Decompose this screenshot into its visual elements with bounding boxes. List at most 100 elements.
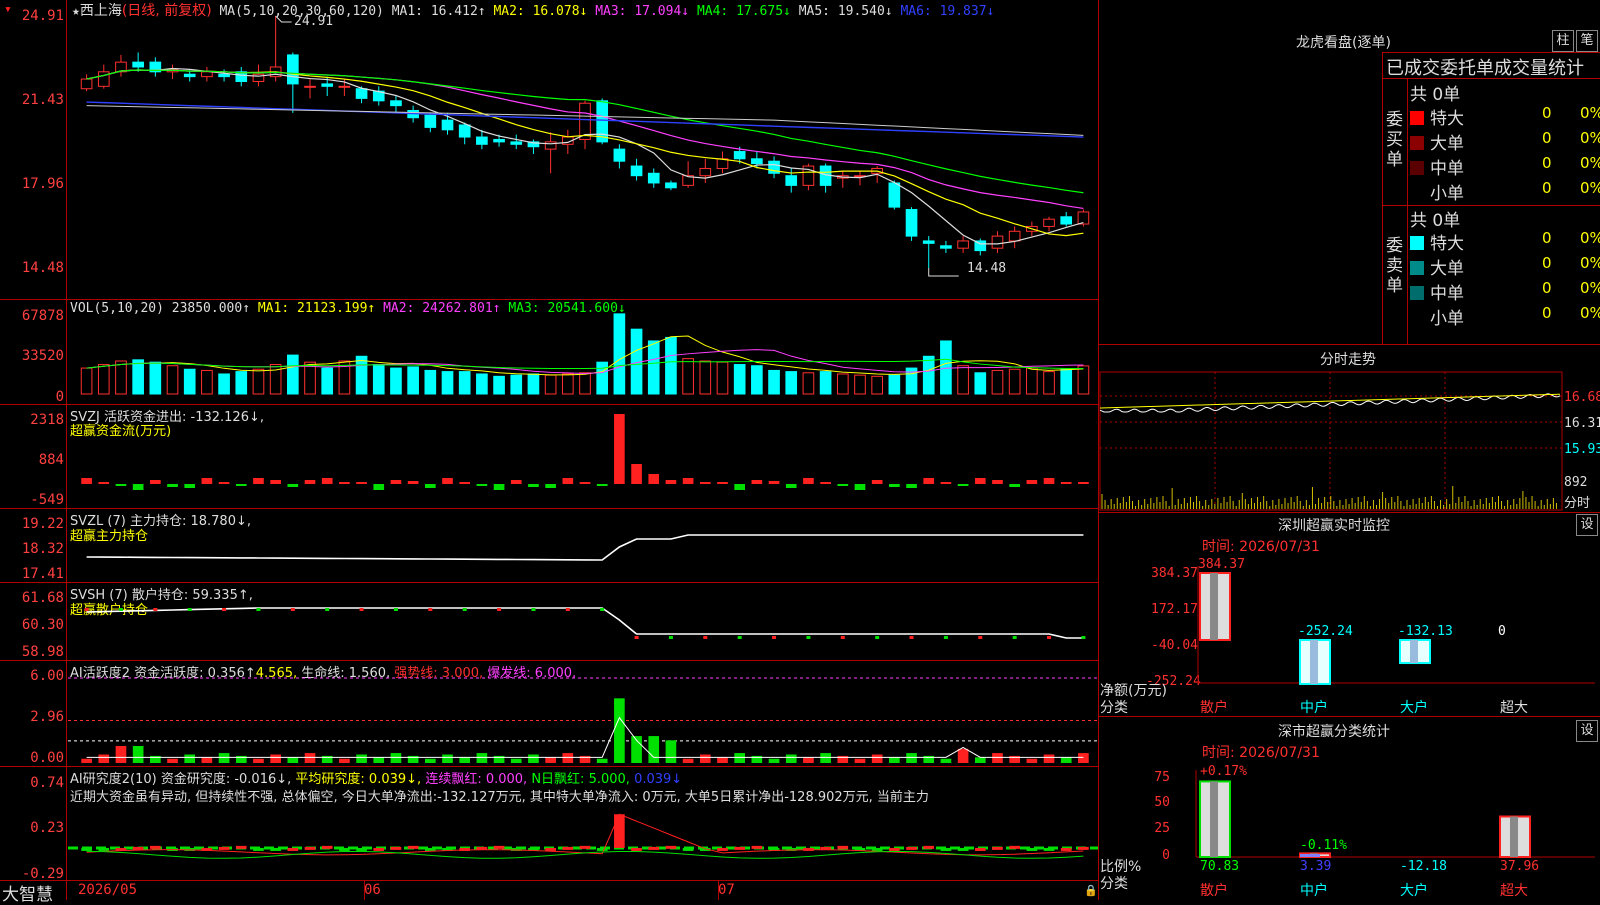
activity-bar [889,757,900,763]
retail-tick [703,636,708,639]
retail-tick [256,608,261,611]
retail-tick [565,608,570,611]
activity-bar [132,746,144,763]
money-flow-bar [167,484,178,487]
money-flow-bar [321,478,333,484]
research-bar [940,847,952,851]
retail-tick [840,636,845,639]
money-flow-bar [81,478,92,484]
candle-body [304,85,316,88]
retail-tick [222,608,227,611]
volume-bar [733,364,746,395]
money-flow-bar [201,478,213,484]
main-holding-line [86,534,1084,561]
candle-body [699,167,712,177]
retail-tick [531,608,536,611]
volume-bar [458,371,471,395]
activity-bar [596,758,608,763]
activity-bar [270,754,281,763]
money-flow-bar [820,482,831,484]
research-second-line [86,850,1084,859]
volume-bar [510,374,523,395]
candle-body [476,136,488,145]
activity-bar [717,757,728,763]
volume-bar [716,361,729,395]
research-bar [356,847,367,851]
research-bar [1009,845,1020,849]
activity-bar [98,754,110,763]
candle-body [1043,218,1055,227]
research-bar [407,845,419,849]
volume-bar [802,372,815,395]
volume-bar [579,372,591,395]
retail-tick [806,636,811,639]
candle-body [390,100,402,107]
money-flow-bar [132,484,144,490]
money-flow-bar [339,482,350,484]
volume-bar [201,369,213,395]
candle-body [957,240,969,249]
candle-body [132,61,144,68]
research-bar [270,847,281,851]
research-bar [304,846,316,850]
research-bar [81,847,92,851]
candle-body [458,124,471,138]
volume-bar [355,355,368,395]
volume-bar [476,373,488,395]
sz-monitor-bar-shade [1210,573,1218,640]
ma-line [86,67,1084,245]
candle-body [493,138,505,143]
sz-monitor-bar-shade [1310,640,1318,684]
activity-bar [442,754,453,763]
volume-bar [613,313,626,395]
retail-tick [772,636,777,639]
candle-body [510,141,523,145]
money-flow-bar [906,484,917,488]
money-flow-bar [889,484,900,487]
retail-tick [943,636,948,639]
candle-body [441,119,454,131]
activity-bar [253,758,264,763]
activity-bar [734,753,746,763]
volume-bar [1060,368,1073,395]
research-bar [373,847,385,851]
retail-tick [118,608,123,611]
volume-bar [1008,368,1021,395]
activity-bar [957,748,969,763]
money-flow-bar [218,482,230,484]
money-flow-bar [596,484,608,486]
sz-category-bar-shade [1510,816,1518,857]
money-flow-bar [184,484,196,488]
activity-bar [459,757,471,763]
activity-bar [871,754,883,763]
candle-body [1060,216,1073,225]
activity-bar [785,754,797,763]
retail-tick [1012,636,1017,639]
chart-canvas[interactable] [0,0,1600,900]
money-flow-bar [476,484,488,486]
retail-tick [909,636,914,639]
volume-bar [665,336,677,395]
candle-body [218,73,230,78]
activity-bar [854,758,866,763]
candle-body [647,172,660,184]
candle-body [321,83,334,87]
money-flow-bar [1060,482,1072,484]
money-flow-bar [751,480,763,484]
volume-bar [922,355,935,395]
retail-tick [978,636,983,639]
retail-tick [462,608,467,611]
retail-tick [497,608,502,611]
candle-body [751,158,763,165]
volume-bar [819,371,832,395]
volume-bar [321,367,334,395]
volume-bar [647,340,660,395]
research-bar [648,846,660,850]
research-bar [132,846,144,850]
activity-bar [974,757,986,763]
activity-bar [665,740,677,763]
volume-bar [441,371,454,395]
activity-bar [545,757,556,763]
money-flow-bar [1009,484,1020,487]
candle-body [888,182,901,208]
